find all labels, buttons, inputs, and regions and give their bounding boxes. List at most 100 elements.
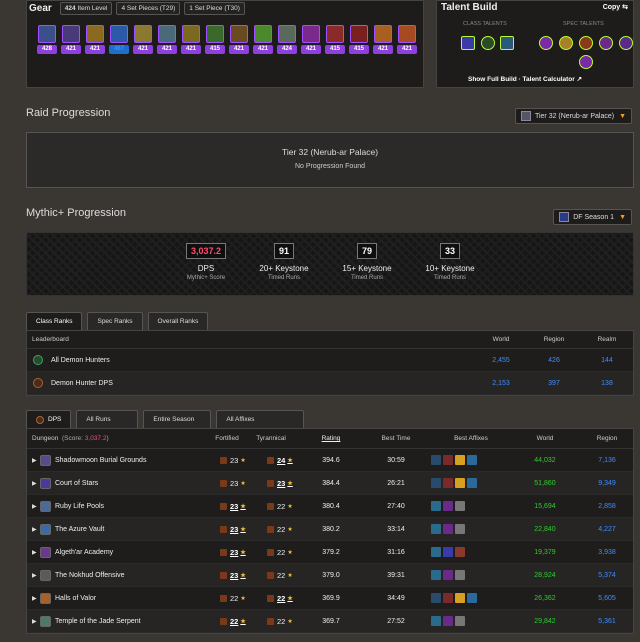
tyrannical-level: 22 ★ bbox=[267, 617, 293, 626]
gear-item[interactable]: 421 bbox=[253, 25, 273, 54]
show-full-build-link[interactable]: Show Full Build · Talent Calculator ↗ bbox=[468, 75, 582, 83]
expand-arrow-icon[interactable]: ▶ bbox=[32, 526, 37, 533]
rating-value: 369.9 bbox=[322, 594, 340, 602]
world-rank[interactable]: 19,379 bbox=[520, 549, 570, 556]
spec-talent-icon[interactable] bbox=[579, 36, 593, 50]
spec-talent-icon[interactable] bbox=[559, 36, 573, 50]
gear-item-icon bbox=[158, 25, 176, 43]
class-talent-icon[interactable] bbox=[481, 36, 495, 50]
tab-dps[interactable]: DPS bbox=[26, 410, 72, 428]
tab-all-runs[interactable]: All Runs bbox=[76, 410, 139, 428]
gear-item[interactable]: 467 bbox=[109, 25, 129, 54]
expand-arrow-icon[interactable]: ▶ bbox=[32, 618, 37, 625]
gear-item[interactable]: 421 bbox=[397, 25, 417, 54]
gear-item[interactable]: 415 bbox=[349, 25, 369, 54]
spec-talent-icon[interactable] bbox=[619, 36, 633, 50]
affix-icon bbox=[467, 455, 477, 465]
gear-item[interactable]: 424 bbox=[277, 25, 297, 54]
gear-item[interactable]: 421 bbox=[133, 25, 153, 54]
gear-item[interactable]: 421 bbox=[181, 25, 201, 54]
gear-item[interactable]: 421 bbox=[157, 25, 177, 54]
tab-class-ranks[interactable]: Class Ranks bbox=[26, 312, 83, 330]
gear-item[interactable]: 428 bbox=[37, 25, 57, 54]
raid-box-subtitle: No Progression Found bbox=[294, 163, 366, 170]
region-rank[interactable]: 5,605 bbox=[582, 595, 632, 602]
world-rank[interactable]: 44,032 bbox=[520, 457, 570, 464]
tab-all-affixes[interactable]: All Affixes bbox=[216, 410, 305, 428]
region-rank[interactable]: 2,858 bbox=[582, 503, 632, 510]
class-talent-icon[interactable] bbox=[500, 36, 514, 50]
gear-item[interactable]: 421 bbox=[229, 25, 249, 54]
expand-arrow-icon[interactable]: ▶ bbox=[32, 549, 37, 556]
table-row[interactable]: ▶ Halls of Valor 22 ★ 22 ★ 369.9 34:49 26,362 5,6… bbox=[27, 587, 633, 610]
table-row[interactable]: ▶ The Nokhud Offensive 23 ★ 22 ★ 379.0 39:31 28,… bbox=[27, 564, 633, 587]
world-rank[interactable]: 29,842 bbox=[520, 618, 570, 625]
key-icon bbox=[267, 502, 274, 510]
spec-talent-icon[interactable] bbox=[599, 36, 613, 50]
affix-icon bbox=[455, 524, 465, 534]
world-rank[interactable]: 26,362 bbox=[520, 595, 570, 602]
table-row[interactable]: ▶ The Azure Vault 23 ★ 22 ★ 380.2 33:14 22,840 4,… bbox=[27, 518, 633, 541]
gear-item[interactable]: 421 bbox=[85, 25, 105, 54]
fortified-level: 23 ★ bbox=[220, 571, 246, 580]
gear-item-icon bbox=[326, 25, 344, 43]
item-level-badge: 421 bbox=[181, 45, 201, 54]
gear-item[interactable]: 415 bbox=[205, 25, 225, 54]
class-talent-icon[interactable] bbox=[461, 36, 475, 50]
gear-item-icon bbox=[110, 25, 128, 43]
affix-icon bbox=[431, 616, 441, 626]
table-row[interactable]: All Demon Hunters 2,455 426 144 bbox=[27, 349, 633, 372]
tab-spec-ranks[interactable]: Spec Ranks bbox=[87, 312, 143, 330]
expand-arrow-icon[interactable]: ▶ bbox=[32, 457, 37, 464]
gear-item[interactable]: 421 bbox=[373, 25, 393, 54]
world-rank[interactable]: 15,694 bbox=[520, 503, 570, 510]
tab-entire-season[interactable]: Entire Season bbox=[143, 410, 212, 428]
gear-item[interactable]: 421 bbox=[301, 25, 321, 54]
expand-arrow-icon[interactable]: ▶ bbox=[32, 503, 37, 510]
region-rank[interactable]: 5,361 bbox=[582, 618, 632, 625]
table-row[interactable]: ▶ Shadowmoon Burial Grounds 23 ★ 24 ★ 394.6 30:… bbox=[27, 449, 633, 472]
gear-item-icon bbox=[134, 25, 152, 43]
region-rank[interactable]: 4,227 bbox=[582, 526, 632, 533]
region-rank[interactable]: 7,136 bbox=[582, 457, 632, 464]
world-rank[interactable]: 51,860 bbox=[520, 480, 570, 487]
table-row[interactable]: ▶ Algeth'ar Academy 23 ★ 22 ★ 379.2 31:16 19,379… bbox=[27, 541, 633, 564]
tab-overall-ranks[interactable]: Overall Ranks bbox=[147, 312, 209, 330]
key-icon bbox=[220, 571, 227, 579]
gear-item-icon bbox=[350, 25, 368, 43]
dungeon-name: Temple of the Jade Serpent bbox=[55, 617, 141, 625]
table-row[interactable]: ▶ Court of Stars 23 ★ 23 ★ 384.4 26:21 51,860 9,3… bbox=[27, 472, 633, 495]
expand-arrow-icon[interactable]: ▶ bbox=[32, 572, 37, 579]
talent-calculator-link[interactable]: Talent Calculator bbox=[523, 76, 575, 83]
gear-item[interactable]: 421 bbox=[61, 25, 81, 54]
table-row[interactable]: Demon Hunter DPS 2,153 397 138 bbox=[27, 372, 633, 395]
world-rank[interactable]: 22,840 bbox=[520, 526, 570, 533]
gear-item[interactable]: 415 bbox=[325, 25, 345, 54]
table-row[interactable]: ▶ Ruby Life Pools 23 ★ 22 ★ 380.4 27:40 15,694 2,… bbox=[27, 495, 633, 518]
expand-arrow-icon[interactable]: ▶ bbox=[32, 480, 37, 487]
stat-20plus: 91 20+ Keystone Timed Runs bbox=[249, 243, 319, 281]
item-level-badge: 421 bbox=[229, 45, 249, 54]
region-rank[interactable]: 5,374 bbox=[582, 572, 632, 579]
world-rank[interactable]: 28,924 bbox=[520, 572, 570, 579]
talent-title: Talent Build bbox=[441, 2, 498, 13]
raid-progress-box: Tier 32 (Nerub-ar Palace) No Progression… bbox=[26, 132, 634, 188]
tyrannical-level: 22 ★ bbox=[267, 594, 293, 603]
star-icon: ★ bbox=[240, 526, 246, 533]
table-row[interactable]: ▶ Temple of the Jade Serpent 22 ★ 22 ★ 369.7 27… bbox=[27, 610, 633, 633]
best-affixes bbox=[431, 524, 467, 534]
spec-talent-icon[interactable] bbox=[579, 55, 593, 69]
item-level-badge: 421 bbox=[85, 45, 105, 54]
region-rank[interactable]: 9,349 bbox=[582, 480, 632, 487]
season-dropdown[interactable]: DF Season 1 ▼ bbox=[553, 209, 632, 225]
item-level-badge: 428 bbox=[37, 45, 57, 54]
raid-icon bbox=[520, 111, 531, 121]
caret-down-icon: ▼ bbox=[619, 112, 626, 120]
region-rank[interactable]: 3,938 bbox=[582, 549, 632, 556]
copy-button[interactable]: Copy ⇆ bbox=[603, 3, 628, 11]
expand-arrow-icon[interactable]: ▶ bbox=[32, 595, 37, 602]
raid-tier-dropdown[interactable]: Tier 32 (Nerub-ar Palace) ▼ bbox=[514, 108, 632, 124]
spec-talent-icon[interactable] bbox=[539, 36, 553, 50]
rating-sort-header[interactable]: Rating bbox=[306, 435, 356, 442]
stat-10plus: 33 10+ Keystone Timed Runs bbox=[415, 243, 485, 281]
